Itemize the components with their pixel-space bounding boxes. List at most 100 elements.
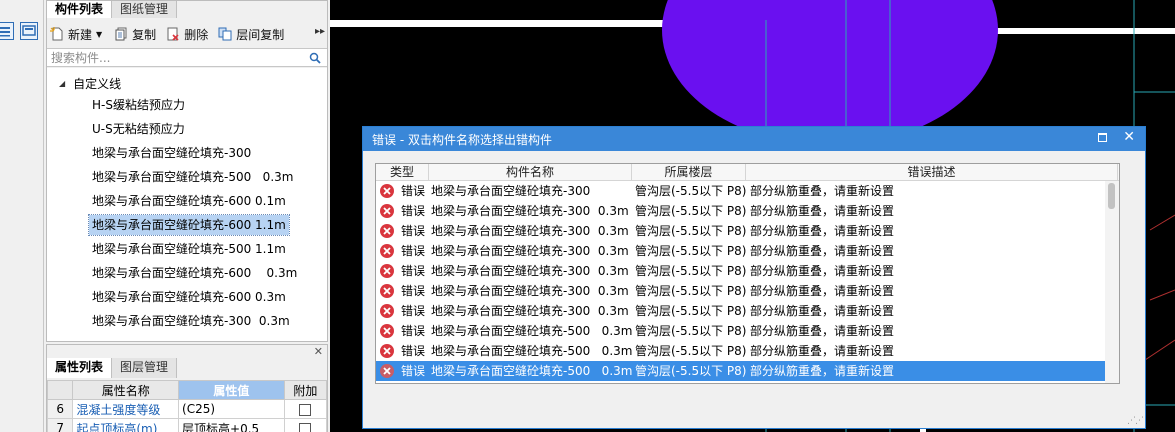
extra-checkbox[interactable]: [299, 422, 312, 432]
grid-view-icon[interactable]: [20, 22, 38, 40]
error-description: 部分纵筋重叠，请重新设置: [750, 264, 895, 278]
chevron-down-icon[interactable]: ▼: [96, 30, 102, 39]
error-icon: [379, 363, 395, 383]
scrollbar-thumb[interactable]: [1108, 183, 1115, 209]
property-name[interactable]: 起点顶标高(m): [72, 418, 180, 432]
component-list-panel: 构件列表 图纸管理 新建 ▼ 复制 删除 层间复制 ▸▸ 搜索构件... ◢ 自…: [46, 0, 328, 342]
error-type: 错误: [401, 284, 426, 298]
column-type-header[interactable]: 类型: [376, 164, 429, 181]
property-table: 属性名称 属性值 附加 6 混凝土强度等级 (C25) 7 起点顶标高(m) 层…: [46, 380, 328, 432]
error-row[interactable]: 错误地梁与承台面空缝砼填充-500 0.3m管沟层(-5.5以下 P8)部分纵筋…: [376, 321, 1118, 341]
error-type: 错误: [401, 381, 425, 383]
error-description: 部分纵筋重叠，请重新设置: [750, 284, 895, 298]
error-row[interactable]: 错误 地梁与承台面空缝砼填充-300 0.3m 管沟层(-5.5以下 P8) 部分纵筋…: [376, 201, 1118, 221]
error-row[interactable]: 错误 地梁与承台面空缝砼填充-300 0.3m 管沟层(-5.5以下 P8) 部分纵筋…: [376, 261, 1118, 281]
canvas-purple-shape: [662, 0, 998, 145]
collapse-triangle-icon[interactable]: ◢: [59, 79, 65, 88]
column-name-header[interactable]: 构件名称: [429, 164, 632, 181]
error-row[interactable]: 错误 地梁与承台面空缝砼填充-300 0.3m 管沟层(-5.5以下 P8) 部分纵筋…: [376, 221, 1118, 241]
error-component-name: 地梁与承台面空缝砼填充-300 0.3m: [431, 204, 629, 218]
new-icon: [50, 27, 64, 41]
tab-layer-management[interactable]: 图层管理: [112, 358, 178, 378]
property-table-header: 属性名称 属性值 附加: [46, 380, 328, 400]
property-name[interactable]: 混凝土强度等级: [72, 399, 180, 419]
error-icon: [379, 283, 395, 303]
tree-item-selected[interactable]: 地梁与承台面空缝砼填充-600 1.1m: [88, 214, 290, 236]
copy-button[interactable]: 复制: [111, 23, 159, 45]
error-description: 部分纵筋重叠，请重新设置: [750, 324, 895, 338]
search-icon[interactable]: [309, 52, 321, 67]
property-row: 6 混凝土强度等级 (C25): [46, 399, 328, 419]
error-floor: 管沟层(-5.5以下 P8): [635, 304, 747, 318]
search-input[interactable]: [47, 49, 297, 66]
tree-item[interactable]: 地梁与承台面空缝砼填充-600 0.3m: [89, 263, 300, 283]
property-extra-cell: [283, 399, 328, 419]
property-extra-header: 附加: [283, 380, 328, 400]
tab-component-list[interactable]: 构件列表: [47, 1, 113, 18]
component-toolbar: 新建 ▼ 复制 删除 层间复制 ▸▸: [47, 22, 327, 46]
error-floor: 管沟层(-5.5以下 P8): [635, 381, 746, 383]
property-row-num: 7: [46, 418, 74, 432]
new-button[interactable]: 新建 ▼: [47, 23, 105, 45]
tree-item[interactable]: U-S无粘结预应力: [89, 119, 188, 139]
tree-item[interactable]: H-S缓粘结预应力: [89, 95, 188, 115]
vertical-scrollbar[interactable]: [1105, 181, 1119, 383]
tree-item[interactable]: 地梁与承台面空缝砼填充-500 1.1m: [89, 239, 289, 259]
error-list-header: 类型 构件名称 所属楼层 错误描述: [376, 164, 1119, 181]
column-desc-header[interactable]: 错误描述: [746, 164, 1118, 181]
error-floor: 管沟层(-5.5以下 P8): [635, 264, 747, 278]
tree-item[interactable]: 地梁与承台面空缝砼填充-300: [89, 143, 254, 163]
error-description: 部分纵筋重叠，请重新设置: [750, 224, 895, 238]
maximize-icon[interactable]: [1098, 133, 1107, 142]
error-row[interactable]: 错误 地梁与承台面空缝砼填充-300 0.3m 管沟层(-5.5以下 P8) 部分纵筋…: [376, 301, 1118, 321]
property-row: 7 起点顶标高(m) 层顶标高+0.5: [46, 418, 328, 432]
property-tabs: 属性列表 图层管理: [47, 358, 178, 378]
error-description: 部分纵筋重叠，请重新设置: [750, 184, 895, 198]
error-icon: [379, 243, 395, 263]
error-icon: [379, 203, 395, 223]
error-type: 错误: [401, 304, 426, 318]
error-description: 部分纵筋重叠，请重新设置: [750, 344, 895, 358]
error-type: 错误: [401, 324, 426, 338]
error-row[interactable]: 错误 地梁与承台面空缝砼填充-300 0.3m 管沟层(-5.5以下 P8) 部分纵筋…: [376, 281, 1118, 301]
floor-copy-button-label: 层间复制: [236, 27, 285, 42]
extra-checkbox[interactable]: [299, 403, 312, 416]
tree-item[interactable]: 地梁与承台面空缝砼填充-300 0.3m: [89, 311, 293, 331]
tab-property-list[interactable]: 属性列表: [47, 358, 113, 378]
tree-item[interactable]: 地梁与承台面空缝砼填充-500 0.3m: [89, 167, 296, 187]
error-floor: 管沟层(-5.5以下 P8): [635, 344, 747, 358]
error-row[interactable]: 错误 地梁与承台面空缝砼填充-300 管沟层(-5.5以下 P8) 部分纵筋重叠，请重…: [376, 181, 1118, 201]
close-icon[interactable]: ✕: [1123, 129, 1135, 145]
error-component-name: 地梁与承台面空缝砼填充-500 0.3m: [431, 364, 633, 378]
error-row[interactable]: 错误 地梁与承台面空缝砼填充-300 0.3m 管沟层(-5.5以下 P8) 部分纵筋…: [376, 241, 1118, 261]
error-component-name: 地梁与承台面空缝砼填充-300 0.3m: [431, 304, 629, 318]
resize-grip-icon[interactable]: ⋰⋰: [1127, 416, 1144, 426]
dialog-title: 错误 - 双击构件名称选择出错构件: [372, 133, 552, 147]
tree-root-custom-lines[interactable]: ◢ 自定义线: [59, 73, 121, 93]
property-name-header: 属性名称: [72, 380, 180, 400]
error-row-selected[interactable]: 错误 地梁与承台面空缝砼填充-500 0.3m 管沟层(-5.5以下 P8) 部分纵筋…: [376, 361, 1118, 381]
tree-item[interactable]: 地梁与承台面空缝砼填充-600 0.1m: [89, 191, 289, 211]
error-icon: [379, 183, 395, 203]
tab-drawing-management[interactable]: 图纸管理: [112, 1, 178, 18]
toolbar-overflow-icon[interactable]: ▸▸: [315, 26, 325, 37]
error-description: 部分纵筋重叠，请重新设置: [750, 381, 894, 383]
close-icon[interactable]: ✕: [314, 345, 323, 358]
delete-button[interactable]: 删除: [163, 23, 211, 45]
error-type: 错误: [401, 184, 426, 198]
tree-item[interactable]: 地梁与承台面空缝砼填充-600 0.3m: [89, 287, 289, 307]
dialog-title-bar[interactable]: 错误 - 双击构件名称选择出错构件 ✕: [363, 127, 1145, 151]
list-view-icon[interactable]: [0, 22, 14, 40]
column-floor-header[interactable]: 所属楼层: [632, 164, 746, 181]
component-tree: ◢ 自定义线 H-S缓粘结预应力 U-S无粘结预应力 地梁与承台面空缝砼填充-3…: [47, 68, 327, 341]
property-value[interactable]: 层顶标高+0.5: [178, 418, 285, 432]
error-icon: [379, 323, 395, 343]
error-row[interactable]: 错误地梁与承台面空缝砼填充-500 0.3m管沟层(-5.5以下 P8)部分纵筋…: [376, 341, 1118, 361]
error-row[interactable]: 错误地梁与承台面空缝砼填充-500 0.3m管沟层(-5.5以下 P8)部分纵筋…: [376, 381, 1118, 383]
new-button-label: 新建: [68, 27, 93, 42]
error-icon: [379, 223, 395, 243]
error-component-name: 地梁与承台面空缝砼填充-500 0.3m: [431, 324, 633, 338]
floor-copy-button[interactable]: 层间复制: [215, 23, 287, 45]
property-value[interactable]: (C25): [178, 399, 285, 419]
error-component-name: 地梁与承台面空缝砼填充-300 0.3m: [431, 264, 629, 278]
